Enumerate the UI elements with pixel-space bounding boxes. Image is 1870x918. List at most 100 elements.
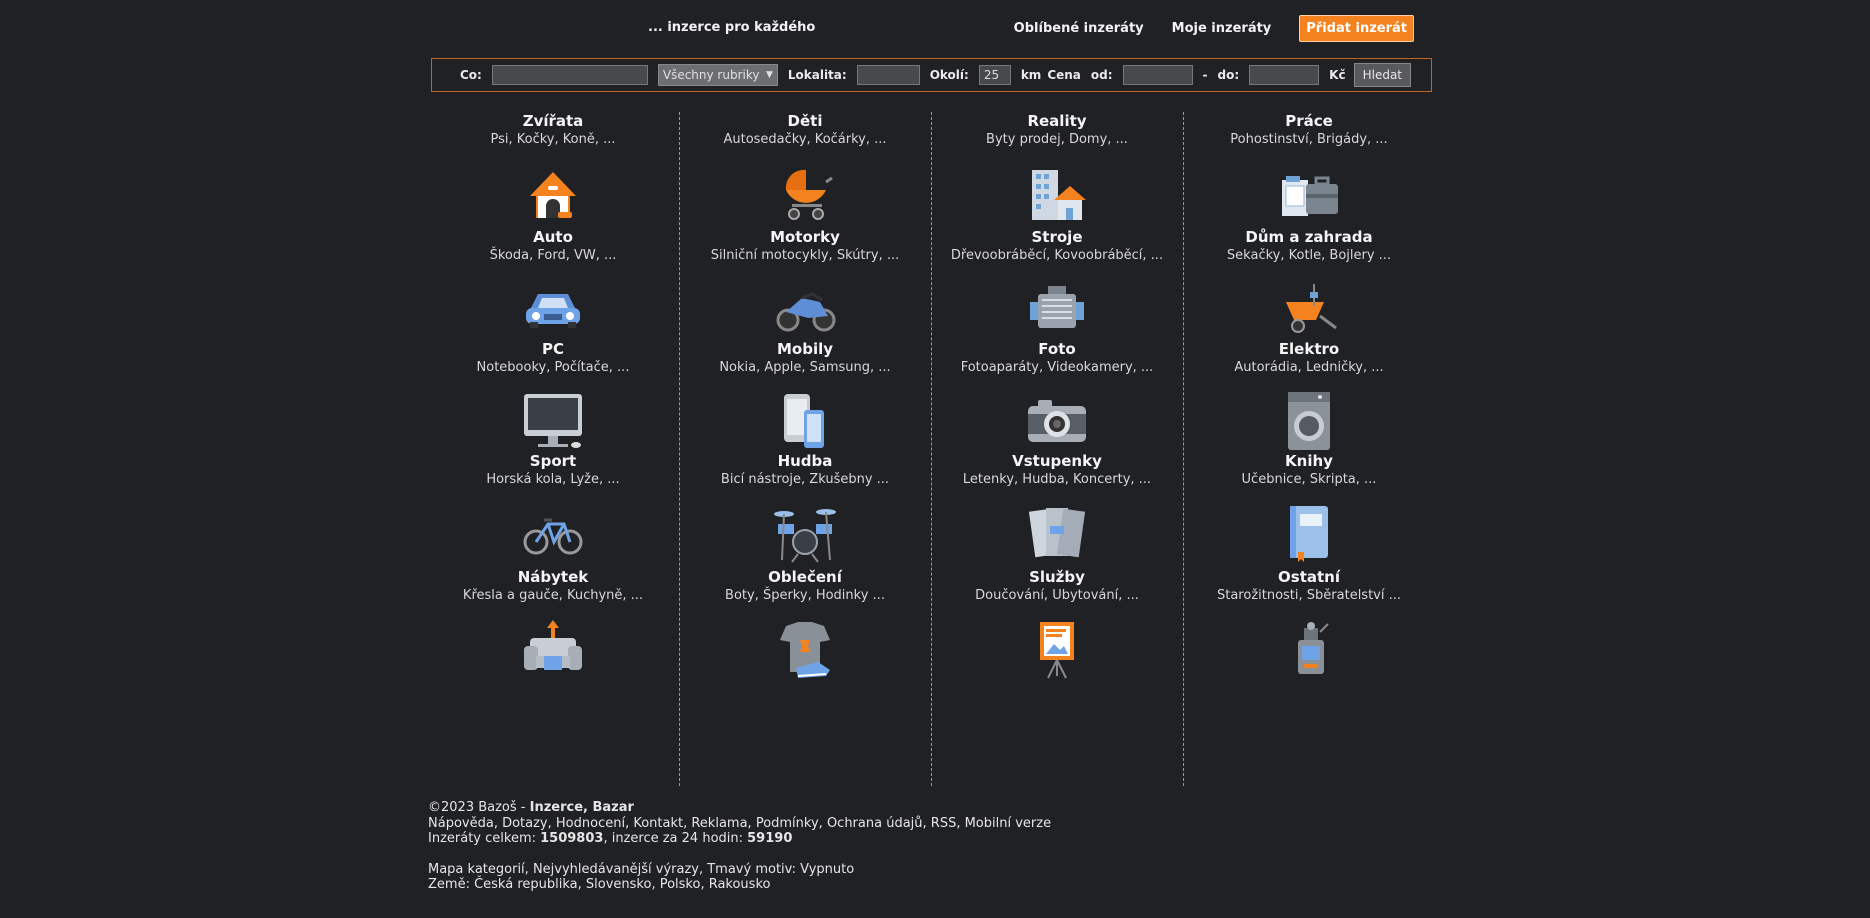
category-title[interactable]: Hudba <box>679 452 931 470</box>
my-ads-link[interactable]: Moje inzeráty <box>1172 21 1272 36</box>
category-sport[interactable]: Sport Horská kola, Lyže, ... <box>427 452 679 566</box>
category-subtitle: Učebnice, Skripta, ... <box>1241 472 1377 487</box>
category-slu-by[interactable]: Služby Doučování, Ubytování, ... <box>931 568 1183 682</box>
category-d-m-a-zahrada[interactable]: Dům a zahrada Sekačky, Kotle, Bojlery ... <box>1183 228 1435 342</box>
category-title[interactable]: Služby <box>931 568 1183 586</box>
category-title[interactable]: Nábytek <box>427 568 679 586</box>
briefcase-icon[interactable] <box>1276 160 1342 226</box>
category-title[interactable]: Auto <box>427 228 679 246</box>
search-button[interactable]: Hledat <box>1353 63 1412 87</box>
footer-link[interactable]: Nápověda <box>428 816 494 831</box>
what-input[interactable] <box>491 65 648 85</box>
radius-input[interactable] <box>978 65 1011 85</box>
footer-link[interactable]: Reklama <box>691 816 747 831</box>
category-title[interactable]: Motorky <box>679 228 931 246</box>
copyright-text: ©2023 Bazoš - <box>428 800 530 815</box>
bicycle-icon[interactable] <box>520 500 586 566</box>
category-title[interactable]: Oblečení <box>679 568 931 586</box>
category-reality[interactable]: Reality Byty prodej, Domy, ... <box>931 112 1183 226</box>
category-subtitle: Byty prodej, Domy, ... <box>986 132 1128 147</box>
drums-icon[interactable] <box>772 500 838 566</box>
washing-machine-icon[interactable] <box>1276 388 1342 454</box>
top-bar: ... inzerce pro každého Oblíbené inzerát… <box>0 0 1870 56</box>
category-title[interactable]: PC <box>427 340 679 358</box>
category-pc[interactable]: PC Notebooky, Počítače, ... <box>427 340 679 454</box>
add-ad-button[interactable]: Přidat inzerát <box>1299 15 1414 42</box>
category-title[interactable]: Reality <box>931 112 1183 130</box>
radius-unit: km <box>1020 68 1042 82</box>
category-zv-ata[interactable]: Zvířata Psi, Kočky, Koně, ... <box>427 112 679 226</box>
category-elektro[interactable]: Elektro Autorádia, Ledničky, ... <box>1183 340 1435 454</box>
category-n-bytek[interactable]: Nábytek Křesla a gauče, Kuchyně, ... <box>427 568 679 682</box>
location-input[interactable] <box>856 65 920 85</box>
footer-link[interactable]: Tmavý motiv: Vypnuto <box>707 862 854 877</box>
copyright-line: ©2023 Bazoš - Inzerce, Bazar <box>428 800 1051 816</box>
footer-link[interactable]: RSS <box>931 816 957 831</box>
category-vstupenky[interactable]: Vstupenky Letenky, Hudba, Koncerty, ... <box>931 452 1183 566</box>
category-auto[interactable]: Auto Škoda, Ford, VW, ... <box>427 228 679 342</box>
category-title[interactable]: Práce <box>1183 112 1435 130</box>
category-motorky[interactable]: Motorky Silniční motocykly, Skútry, ... <box>679 228 931 342</box>
motorcycle-icon[interactable] <box>772 276 838 342</box>
engine-icon[interactable] <box>1024 276 1090 342</box>
country-link[interactable]: Rakousko <box>709 877 771 892</box>
footer-link[interactable]: Kontakt <box>633 816 683 831</box>
footer-link[interactable]: Nejvyhledávanější výrazy <box>533 862 699 877</box>
countries-line: Země: Česká republika, Slovensko, Polsko… <box>428 877 1051 893</box>
stroller-icon[interactable] <box>772 160 838 226</box>
book-icon[interactable] <box>1276 500 1342 566</box>
country-link[interactable]: Slovensko <box>586 877 652 892</box>
footer-link[interactable]: Hodnocení <box>556 816 625 831</box>
chevron-down-icon: ▼ <box>765 70 773 80</box>
category-select[interactable]: Všechny rubriky ▼ <box>657 64 778 86</box>
price-dash: - <box>1202 68 1208 82</box>
category-title[interactable]: Elektro <box>1183 340 1435 358</box>
gramophone-icon[interactable] <box>1276 616 1342 682</box>
armchair-icon[interactable] <box>520 616 586 682</box>
brand-text: Inzerce, Bazar <box>529 800 634 815</box>
category-oble-en-[interactable]: Oblečení Boty, Šperky, Hodinky ... <box>679 568 931 682</box>
presentation-icon[interactable] <box>1024 616 1090 682</box>
doghouse-icon[interactable] <box>520 160 586 226</box>
footer-link[interactable]: Podmínky <box>756 816 819 831</box>
category-title[interactable]: Mobily <box>679 340 931 358</box>
stats-line: Inzeráty celkem: 1509803, inzerce za 24 … <box>428 831 1051 847</box>
category-mobily[interactable]: Mobily Nokia, Apple, Samsung, ... <box>679 340 931 454</box>
country-link[interactable]: Polsko <box>660 877 701 892</box>
car-icon[interactable] <box>520 276 586 342</box>
price-from-input[interactable] <box>1122 65 1193 85</box>
footer-link[interactable]: Dotazy <box>502 816 548 831</box>
category-title[interactable]: Knihy <box>1183 452 1435 470</box>
category-stroje[interactable]: Stroje Dřevoobráběcí, Kovoobráběcí, ... <box>931 228 1183 342</box>
total-label: Inzeráty celkem: <box>428 831 541 846</box>
category-title[interactable]: Dům a zahrada <box>1183 228 1435 246</box>
tickets-icon[interactable] <box>1024 500 1090 566</box>
category-title[interactable]: Vstupenky <box>931 452 1183 470</box>
clothes-icon[interactable] <box>772 616 838 682</box>
monitor-icon[interactable] <box>520 388 586 454</box>
category-title[interactable]: Ostatní <box>1183 568 1435 586</box>
footer-link[interactable]: Mapa kategorií <box>428 862 525 877</box>
category-hudba[interactable]: Hudba Bicí nástroje, Zkušebny ... <box>679 452 931 566</box>
favorites-link[interactable]: Oblíbené inzeráty <box>1014 21 1144 36</box>
category-subtitle: Notebooky, Počítače, ... <box>476 360 630 375</box>
category-d-ti[interactable]: Děti Autosedačky, Kočárky, ... <box>679 112 931 226</box>
price-to-input[interactable] <box>1249 65 1320 85</box>
footer-link[interactable]: Ochrana údajů <box>827 816 923 831</box>
category-subtitle: Horská kola, Lyže, ... <box>486 472 620 487</box>
wheelbarrow-icon[interactable] <box>1276 276 1342 342</box>
footer-link[interactable]: Mobilní verze <box>965 816 1052 831</box>
phones-icon[interactable] <box>772 388 838 454</box>
category-ostatn-[interactable]: Ostatní Starožitnosti, Sběratelství ... <box>1183 568 1435 682</box>
category-title[interactable]: Děti <box>679 112 931 130</box>
category-title[interactable]: Stroje <box>931 228 1183 246</box>
category-knihy[interactable]: Knihy Učebnice, Skripta, ... <box>1183 452 1435 566</box>
buildings-icon[interactable] <box>1024 160 1090 226</box>
country-link[interactable]: Česká republika <box>474 877 578 892</box>
category-foto[interactable]: Foto Fotoaparáty, Videokamery, ... <box>931 340 1183 454</box>
camera-icon[interactable] <box>1024 388 1090 454</box>
category-title[interactable]: Sport <box>427 452 679 470</box>
category-title[interactable]: Foto <box>931 340 1183 358</box>
category-title[interactable]: Zvířata <box>427 112 679 130</box>
category-pr-ce[interactable]: Práce Pohostinství, Brigády, ... <box>1183 112 1435 226</box>
